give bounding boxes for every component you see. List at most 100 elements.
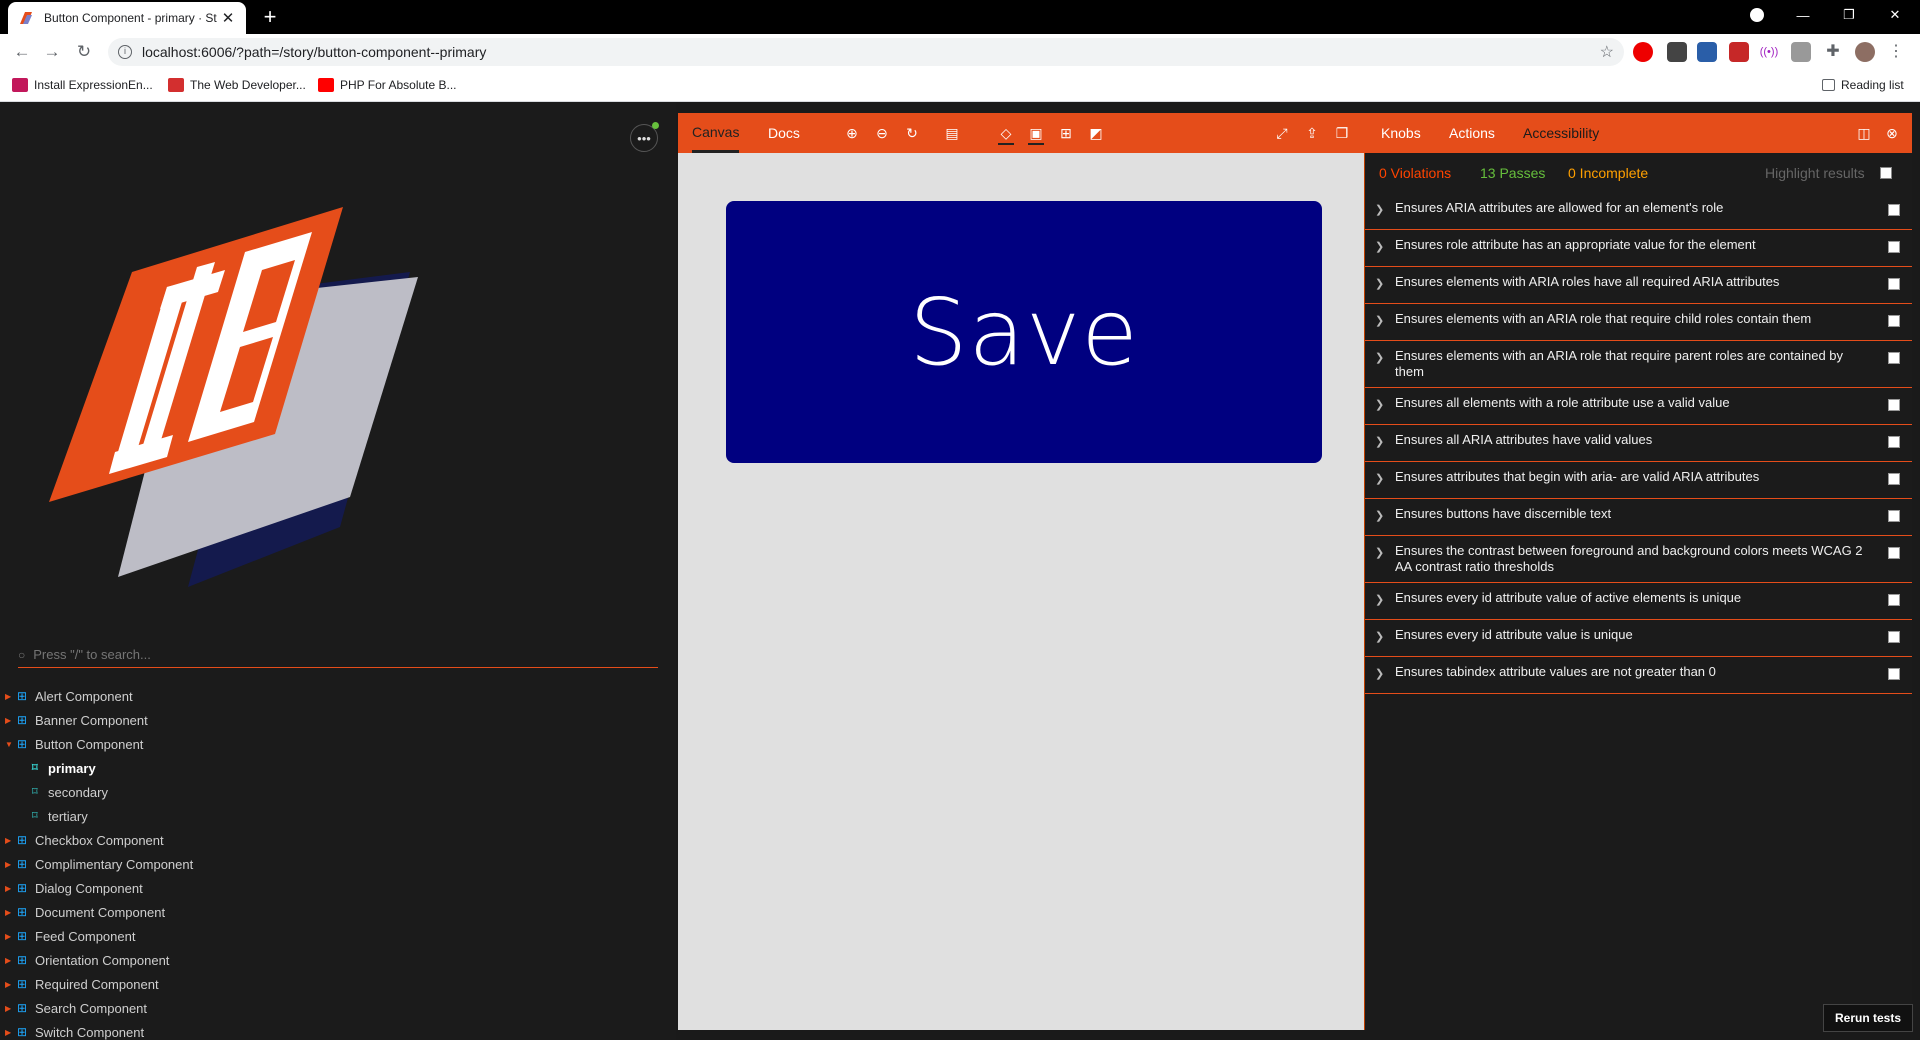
a11y-rule-item[interactable]: ❯ Ensures attributes that begin with ari… [1365, 462, 1912, 499]
rule-checkbox[interactable] [1888, 315, 1900, 327]
browser-menu-icon[interactable]: ⋮ [1886, 42, 1906, 62]
reading-list-button[interactable]: Reading list [1822, 78, 1904, 92]
tree-item-dialog-component[interactable]: ▶ ⊞ Dialog Component [0, 876, 676, 900]
a11y-rule-item[interactable]: ❯ Ensures elements with an ARIA role tha… [1365, 304, 1912, 341]
tree-item-required-component[interactable]: ▶ ⊞ Required Component [0, 972, 676, 996]
a11y-rule-item[interactable]: ❯ Ensures every id attribute value is un… [1365, 620, 1912, 657]
tree-item-orientation-component[interactable]: ▶ ⊞ Orientation Component [0, 948, 676, 972]
tree-item-button-component[interactable]: ▼ ⊞ Button Component [0, 732, 676, 756]
bookmark-item[interactable]: Install ExpressionEn... [12, 78, 153, 92]
rule-checkbox[interactable] [1888, 668, 1900, 680]
zoom-in-icon[interactable]: ⊕ [844, 125, 860, 141]
a11y-rule-item[interactable]: ❯ Ensures elements with ARIA roles have … [1365, 267, 1912, 304]
opera-extension-icon[interactable] [1633, 42, 1653, 62]
rule-checkbox[interactable] [1888, 473, 1900, 485]
camera-extension-icon[interactable] [1791, 42, 1811, 62]
web-developer-extension-icon[interactable] [1729, 42, 1749, 62]
tab-docs[interactable]: Docs [768, 113, 800, 153]
tab-passes[interactable]: 13 Passes [1480, 165, 1545, 181]
a11y-rule-item[interactable]: ❯ Ensures elements with an ARIA role tha… [1365, 341, 1912, 388]
new-tab-icon[interactable]: + [258, 4, 282, 30]
zoom-reset-icon[interactable]: ↻ [904, 125, 920, 141]
tree-item-story-tertiary[interactable]: ⌑ tertiary [0, 804, 676, 828]
tab-incomplete[interactable]: 0 Incomplete [1568, 165, 1648, 181]
avatar[interactable] [1855, 42, 1875, 62]
chevron-right-icon: ❯ [1375, 510, 1385, 522]
extensions-puzzle-icon[interactable]: ✚ [1823, 42, 1843, 62]
upload-extension-icon[interactable] [1697, 42, 1717, 62]
tab-violations[interactable]: 0 Violations [1379, 165, 1451, 181]
share-icon[interactable]: ⇪ [1304, 125, 1320, 141]
chevron-right-icon: ❯ [1375, 204, 1385, 216]
restore-icon[interactable]: ❐ [1826, 0, 1872, 30]
address-bar[interactable]: i localhost:6006/?path=/story/button-com… [108, 38, 1624, 66]
search-input[interactable] [33, 647, 614, 662]
tab-actions[interactable]: Actions [1449, 113, 1495, 153]
tab-accessibility[interactable]: Accessibility [1523, 113, 1599, 153]
tree-item-feed-component[interactable]: ▶ ⊞ Feed Component [0, 924, 676, 948]
a11y-rule-item[interactable]: ❯ Ensures role attribute has an appropri… [1365, 230, 1912, 267]
image-icon[interactable]: ▣ [1028, 125, 1044, 145]
chevron-right-icon: ❯ [1375, 315, 1385, 327]
search-bar[interactable]: ○ [18, 642, 658, 668]
tree-item-alert-component[interactable]: ▶ ⊞ Alert Component [0, 684, 676, 708]
bookmark-item[interactable]: The Web Developer... [168, 78, 306, 92]
tab-knobs[interactable]: Knobs [1381, 113, 1421, 153]
tree-item-story-secondary[interactable]: ⌑ secondary [0, 780, 676, 804]
save-button[interactable]: Save [726, 201, 1322, 463]
a11y-rule-item[interactable]: ❯ Ensures ARIA attributes are allowed fo… [1365, 193, 1912, 230]
tree-item-story-primary[interactable]: ⌑ primary [0, 756, 676, 780]
rule-checkbox[interactable] [1888, 594, 1900, 606]
bookmark-star-icon[interactable]: ☆ [1600, 42, 1614, 62]
rule-checkbox[interactable] [1888, 352, 1900, 364]
a11y-rule-item[interactable]: ❯ Ensures the contrast between foregroun… [1365, 536, 1912, 583]
info-icon[interactable]: i [118, 45, 132, 59]
reload-icon[interactable]: ↻ [72, 40, 96, 64]
close-window-icon[interactable]: ✕ [1872, 0, 1918, 30]
panel-layout-icon[interactable]: ◫ [1856, 125, 1872, 141]
rule-checkbox[interactable] [1888, 278, 1900, 290]
minimize-icon[interactable]: — [1780, 0, 1826, 30]
browser-tab[interactable]: Button Component - primary · St ✕ [8, 2, 246, 34]
broadcast-extension-icon[interactable]: ((•)) [1759, 42, 1779, 62]
storybook-sidebar: ••• ○ ▶ ⊞ Alert Component ▶ ⊞ Banner Com… [0, 102, 676, 1040]
back-icon[interactable]: ← [10, 40, 34, 64]
profile-menu-icon[interactable] [1734, 0, 1780, 30]
rule-checkbox[interactable] [1888, 631, 1900, 643]
rule-checkbox[interactable] [1888, 510, 1900, 522]
rerun-tests-button[interactable]: Rerun tests [1823, 1004, 1913, 1032]
bookmark-item[interactable]: PHP For Absolute B... [318, 78, 457, 92]
rule-checkbox[interactable] [1888, 204, 1900, 216]
tab-title: Button Component - primary · St [44, 11, 217, 25]
forward-icon[interactable]: → [40, 40, 64, 64]
copy-icon[interactable]: ❐ [1334, 125, 1350, 141]
close-panel-icon[interactable]: ⊗ [1884, 125, 1900, 141]
tree-item-switch-component[interactable]: ▶ ⊞ Switch Component [0, 1020, 676, 1040]
tree-item-complimentary-component[interactable]: ▶ ⊞ Complimentary Component [0, 852, 676, 876]
rule-checkbox[interactable] [1888, 399, 1900, 411]
bookmarks-bar: Install ExpressionEn... The Web Develope… [0, 70, 1920, 102]
a11y-rule-item[interactable]: ❯ Ensures all ARIA attributes have valid… [1365, 425, 1912, 462]
tree-item-banner-component[interactable]: ▶ ⊞ Banner Component [0, 708, 676, 732]
a11y-rule-item[interactable]: ❯ Ensures buttons have discernible text [1365, 499, 1912, 536]
contrast-icon[interactable]: ◩ [1088, 125, 1104, 141]
zoom-out-icon[interactable]: ⊖ [874, 125, 890, 141]
rule-checkbox[interactable] [1888, 241, 1900, 253]
tree-item-document-component[interactable]: ▶ ⊞ Document Component [0, 900, 676, 924]
tree-item-checkbox-component[interactable]: ▶ ⊞ Checkbox Component [0, 828, 676, 852]
rule-checkbox[interactable] [1888, 547, 1900, 559]
highlight-results-checkbox[interactable] [1880, 167, 1892, 179]
tab-canvas[interactable]: Canvas [692, 113, 740, 153]
fullscreen-icon[interactable]: ⤢ [1274, 125, 1290, 141]
eyedropper-extension-icon[interactable] [1667, 42, 1687, 62]
a11y-rule-item[interactable]: ❯ Ensures all elements with a role attri… [1365, 388, 1912, 425]
a11y-rule-item[interactable]: ❯ Ensures every id attribute value of ac… [1365, 583, 1912, 620]
component-tools-icon[interactable]: ▤ [944, 125, 960, 141]
a11y-rule-item[interactable]: ❯ Ensures tabindex attribute values are … [1365, 657, 1912, 694]
tab-close-icon[interactable]: ✕ [220, 9, 236, 27]
background-icon[interactable]: ◇ [998, 125, 1014, 145]
canvas-toolbar: Canvas Docs ⊕ ⊖ ↻ ▤ ◇ ▣ ⊞ ◩ ⤢ ⇪ ❐ [678, 113, 1365, 153]
grid-icon[interactable]: ⊞ [1058, 125, 1074, 141]
tree-item-search-component[interactable]: ▶ ⊞ Search Component [0, 996, 676, 1020]
rule-checkbox[interactable] [1888, 436, 1900, 448]
